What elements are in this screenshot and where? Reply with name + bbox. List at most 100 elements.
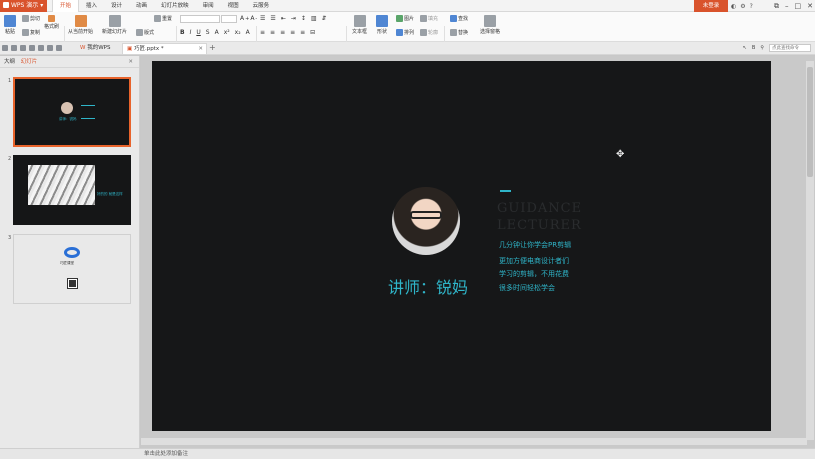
tab-home[interactable]: 开始 bbox=[52, 0, 80, 12]
columns-icon[interactable]: ▥ bbox=[311, 15, 317, 22]
cursor-tool-icon[interactable]: ↖ bbox=[743, 45, 747, 51]
align-left-icon[interactable]: ≡ bbox=[260, 29, 265, 36]
copy-button[interactable]: 复制 bbox=[22, 29, 40, 36]
caption-headline[interactable]: 几分钟让你学会PR剪辑 bbox=[499, 240, 571, 250]
tab-cloud[interactable]: 云服务 bbox=[246, 0, 277, 12]
bold-mini-icon[interactable]: B bbox=[752, 45, 755, 51]
font-size-select[interactable] bbox=[221, 15, 237, 23]
font-grow-shrink[interactable]: A + A- bbox=[240, 15, 257, 22]
tab-insert[interactable]: 插入 bbox=[79, 0, 104, 12]
help-icon[interactable]: ? bbox=[750, 3, 753, 10]
bullets-icon[interactable]: ☰ bbox=[260, 15, 265, 22]
tab-review[interactable]: 审阅 bbox=[196, 0, 221, 12]
slide-thumbnail-3[interactable]: 巧匠课堂 bbox=[13, 234, 131, 304]
tab-animation[interactable]: 动画 bbox=[129, 0, 154, 12]
tab-current-document[interactable]: ▣ 巧匠.pptx * ✕ bbox=[122, 43, 207, 54]
reset-button[interactable]: 重置 bbox=[154, 15, 172, 22]
align-right-icon[interactable]: ≡ bbox=[280, 29, 285, 36]
settings-icon[interactable]: ⚙ bbox=[740, 3, 745, 10]
replace-button[interactable]: 替换 bbox=[450, 29, 468, 36]
picture-button[interactable]: 图片 bbox=[396, 15, 414, 22]
justify-icon[interactable]: ≡ bbox=[290, 29, 295, 36]
notes-placeholder[interactable]: 单击此处添加备注 bbox=[144, 449, 188, 459]
export-icon[interactable] bbox=[38, 45, 44, 51]
close-tab-icon[interactable]: ✕ bbox=[198, 44, 203, 55]
command-search-input[interactable]: 点此查找命令 bbox=[769, 44, 811, 52]
undo-icon[interactable] bbox=[47, 45, 53, 51]
lecturer-name[interactable]: 讲师：锐妈 bbox=[388, 274, 468, 298]
minimize-icon[interactable]: – bbox=[785, 2, 789, 10]
format-painter-button[interactable]: 格式刷 bbox=[44, 15, 59, 30]
open-icon[interactable] bbox=[2, 45, 8, 51]
close-panel-icon[interactable]: ✕ bbox=[128, 56, 133, 68]
distribute-icon[interactable]: ≡ bbox=[300, 29, 305, 36]
indent-decrease-icon[interactable]: ⇤ bbox=[281, 15, 286, 22]
caption-line-2[interactable]: 学习的剪辑，不用花费 bbox=[499, 269, 569, 279]
save-icon[interactable] bbox=[11, 45, 17, 51]
font-style-buttons: B I U S Ax² x₂ A bbox=[180, 29, 250, 36]
textbox-button[interactable]: 文本框 bbox=[352, 15, 367, 35]
app-menu-button[interactable]: WPS 演示 ▾ bbox=[0, 0, 47, 12]
preview-icon[interactable] bbox=[29, 45, 35, 51]
arrange-button[interactable]: 排列 bbox=[396, 29, 414, 36]
pin-icon[interactable]: ⚲ bbox=[760, 45, 764, 51]
document-tab-bar: W 我的WPS ▣ 巧匠.pptx * ✕ + ↖ B ⚲ 点此查找命令 bbox=[0, 42, 815, 55]
slide-thumbnail-2[interactable]: 好的的 就是这样 bbox=[13, 155, 131, 225]
line-spacing-icon[interactable]: ↕ bbox=[301, 15, 306, 22]
layout-button[interactable]: 版式 bbox=[136, 29, 154, 36]
shape-button[interactable]: 形状 bbox=[376, 15, 388, 35]
strike-button[interactable]: S bbox=[206, 29, 210, 36]
outline-tab[interactable]: 大纲 bbox=[4, 59, 15, 65]
thumb-avatar bbox=[61, 102, 73, 114]
select-pane-button[interactable]: 选择窗格 bbox=[480, 15, 500, 35]
text-direction-icon[interactable]: ⇵ bbox=[322, 15, 327, 22]
redo-icon[interactable] bbox=[56, 45, 62, 51]
wps-mini-icon: W bbox=[80, 45, 86, 51]
find-button[interactable]: 查找 bbox=[450, 15, 468, 22]
numbering-icon[interactable]: ☰ bbox=[270, 15, 275, 22]
shadow-button[interactable]: A bbox=[215, 29, 219, 36]
superscript-button[interactable]: x² bbox=[224, 29, 230, 36]
play-from-current-button[interactable]: 从当前开始 bbox=[68, 15, 93, 35]
fill-button[interactable]: 填充 bbox=[420, 15, 438, 22]
tab-slideshow[interactable]: 幻灯片放映 bbox=[154, 0, 196, 12]
font-family-select[interactable] bbox=[180, 15, 220, 23]
close-icon[interactable]: ✕ bbox=[807, 2, 813, 10]
slides-tab[interactable]: 幻灯片 bbox=[21, 59, 38, 65]
subscript-button[interactable]: x₂ bbox=[235, 29, 241, 36]
play-icon bbox=[74, 15, 87, 27]
horizontal-scrollbar[interactable] bbox=[141, 438, 807, 445]
align-text-icon[interactable]: ⊟ bbox=[310, 29, 315, 36]
new-slide-button[interactable]: 新建幻灯片 bbox=[102, 15, 127, 35]
current-slide[interactable] bbox=[152, 61, 771, 431]
bold-button[interactable]: B bbox=[180, 29, 185, 36]
restore-icon[interactable]: ⧉ bbox=[774, 2, 779, 11]
caption-line-1[interactable]: 更加方便电商设计者们 bbox=[499, 256, 569, 266]
tab-design[interactable]: 设计 bbox=[104, 0, 129, 12]
maximize-icon[interactable]: □ bbox=[795, 2, 802, 10]
vertical-scrollbar[interactable] bbox=[806, 61, 814, 440]
thumb-caption-lines bbox=[81, 105, 95, 119]
tab-view[interactable]: 视图 bbox=[221, 0, 246, 12]
new-tab-button[interactable]: + bbox=[209, 43, 216, 52]
align-center-icon[interactable]: ≡ bbox=[270, 29, 275, 36]
ghost-title-line-1: GUIDANCE bbox=[497, 201, 583, 216]
indent-increase-icon[interactable]: ⇥ bbox=[291, 15, 296, 22]
cut-button[interactable]: 剪切 bbox=[22, 15, 40, 22]
paste-button[interactable]: 粘贴 bbox=[4, 15, 16, 35]
title-tools: ◐ ⚙ ? bbox=[731, 0, 753, 12]
print-icon[interactable] bbox=[20, 45, 26, 51]
outline-button[interactable]: 轮廓 bbox=[420, 29, 438, 36]
font-color-button[interactable]: A bbox=[246, 29, 250, 36]
shape-icon bbox=[376, 15, 388, 27]
caption-line-3[interactable]: 很多时间轻松学会 bbox=[499, 283, 555, 293]
status-bar: 单击此处添加备注 bbox=[0, 448, 815, 459]
tab-my-wps[interactable]: W 我的WPS bbox=[76, 43, 114, 54]
underline-button[interactable]: U bbox=[196, 29, 200, 36]
italic-button[interactable]: I bbox=[190, 29, 192, 36]
lecturer-photo[interactable] bbox=[392, 187, 460, 255]
scroll-thumb[interactable] bbox=[807, 67, 813, 177]
login-button[interactable]: 未登录 bbox=[694, 0, 728, 12]
skin-icon[interactable]: ◐ bbox=[731, 3, 736, 10]
slide-thumbnail-1[interactable]: 讲师：锐妈 bbox=[13, 77, 131, 147]
